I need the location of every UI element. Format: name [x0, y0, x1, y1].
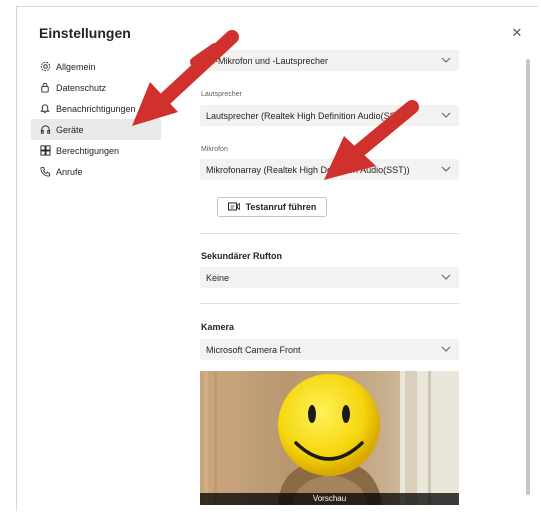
settings-sidebar: Allgemein Datenschutz Benachrichtigungen…: [31, 56, 161, 182]
microphone-select[interactable]: Mikrofonarray (Realtek High Definition A…: [200, 159, 459, 180]
sidebar-item-privacy[interactable]: Datenschutz: [31, 77, 161, 98]
camera-preview: Vorschau: [200, 371, 459, 505]
sidebar-item-devices[interactable]: Geräte: [31, 119, 161, 140]
camera-heading: Kamera: [201, 322, 235, 332]
secondary-ringtone-select[interactable]: Keine: [200, 267, 459, 288]
chevron-down-icon: [441, 346, 451, 352]
section-divider: [200, 233, 459, 234]
grid-icon: [39, 145, 51, 157]
camera-select[interactable]: Microsoft Camera Front: [200, 339, 459, 360]
secondary-ringtone-heading: Sekundärer Rufton: [201, 251, 283, 261]
section-divider: [200, 303, 459, 304]
secondary-ringtone-value: Keine: [206, 272, 230, 283]
preview-caption: Vorschau: [200, 493, 459, 505]
settings-dialog: Einstellungen ✕ Allgemein Datenschutz Be…: [16, 6, 538, 511]
audio-device-value: …-Mikrofon und -Lautsprecher: [206, 55, 329, 66]
headset-icon: [39, 124, 51, 136]
speaker-select[interactable]: Lautsprecher (Realtek High Definition Au…: [200, 105, 459, 126]
chevron-down-icon: [441, 166, 451, 172]
audio-device-select[interactable]: …-Mikrofon und -Lautsprecher: [200, 50, 459, 71]
camera-preview-image: [200, 371, 459, 505]
microphone-label: Mikrofon: [201, 146, 228, 153]
gear-icon: [39, 61, 51, 73]
microphone-value: Mikrofonarray (Realtek High Definition A…: [206, 164, 410, 175]
sidebar-item-label: Berechtigungen: [56, 145, 120, 156]
test-call-button[interactable]: Testanruf führen: [217, 197, 327, 217]
chevron-down-icon: [441, 112, 451, 118]
sidebar-item-permissions[interactable]: Berechtigungen: [31, 140, 161, 161]
sidebar-item-label: Benachrichtigungen: [56, 103, 136, 114]
chevron-down-icon: [441, 274, 451, 280]
sidebar-item-notifications[interactable]: Benachrichtigungen: [31, 98, 161, 119]
test-call-label: Testanruf führen: [245, 202, 317, 212]
dialog-title: Einstellungen: [39, 25, 131, 41]
sidebar-item-general[interactable]: Allgemein: [31, 56, 161, 77]
close-icon[interactable]: ✕: [510, 26, 524, 40]
phone-icon: [39, 166, 51, 178]
sidebar-item-label: Anrufe: [56, 166, 83, 177]
speaker-label: Lautsprecher: [201, 91, 242, 98]
lock-icon: [39, 82, 51, 94]
chevron-down-icon: [441, 57, 451, 63]
sidebar-item-label: Allgemein: [56, 61, 96, 72]
bell-icon: [39, 103, 51, 115]
sidebar-item-calls[interactable]: Anrufe: [31, 161, 161, 182]
speaker-value: Lautsprecher (Realtek High Definition Au…: [206, 110, 408, 121]
sidebar-item-label: Geräte: [56, 124, 84, 135]
camera-value: Microsoft Camera Front: [206, 344, 301, 355]
test-call-icon: [227, 202, 240, 211]
scrollbar[interactable]: [526, 59, 530, 495]
sidebar-item-label: Datenschutz: [56, 82, 107, 93]
